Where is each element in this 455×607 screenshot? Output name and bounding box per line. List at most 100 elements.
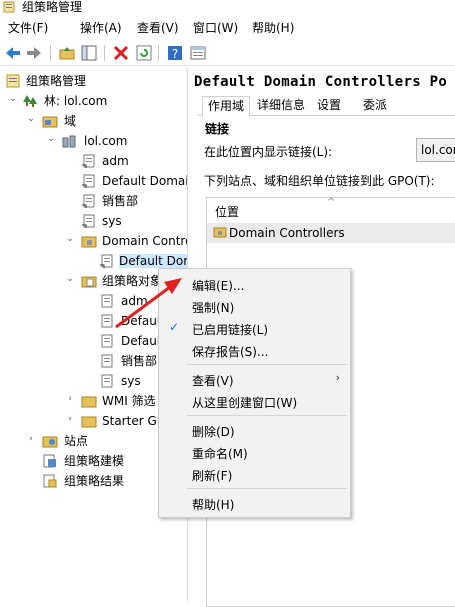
expand-chevron-icon[interactable]: › (65, 394, 75, 404)
collapse-chevron-icon[interactable]: ⌄ (26, 114, 36, 124)
tab-scope[interactable]: 作用域 (202, 96, 251, 117)
menu-item-edit[interactable]: 编辑(E)... (159, 273, 350, 295)
tab-strip: 作用域 详细信息 设置 委派 (198, 96, 455, 117)
menu-item-help[interactable]: 帮助(H) (159, 492, 350, 514)
tree-label-starter-gpos: Starter GP (102, 414, 164, 428)
tree-label-gpo: Defaul (121, 334, 161, 348)
tree-item-gpo-link[interactable]: 销售部 (0, 191, 187, 211)
delete-icon[interactable] (112, 44, 130, 62)
svg-text:?: ? (172, 47, 178, 61)
gpo-title: Default Domain Controllers Po (194, 74, 448, 90)
menu-item-rename[interactable]: 重命名(M) (159, 441, 350, 463)
gpo-icon (101, 354, 113, 368)
ou-folder-icon (81, 236, 97, 248)
ou-icon (213, 227, 227, 238)
tree-item-ou[interactable]: ⌄ Domain Contro (0, 231, 188, 251)
menu-view[interactable]: 查看(V) (137, 21, 179, 35)
tree-label-gpo-container: 组策略对象 (102, 274, 163, 288)
sort-caret-icon: ^ (327, 197, 336, 208)
help-icon[interactable]: ? (166, 44, 184, 62)
menu-bar: 文件(F) 操作(A) 查看(V) 窗口(W) 帮助(H) (0, 18, 455, 38)
tree-label-forest: 林: lol.com (44, 94, 108, 108)
back-arrow-icon[interactable] (4, 44, 22, 62)
tree-item-forest[interactable]: ⌄ 林: lol.com (0, 91, 187, 111)
properties-view-icon[interactable] (189, 44, 207, 62)
context-menu: 编辑(E)... 强制(N) ✓ 已启用链接(L) 保存报告(S)... 查看(… (158, 268, 351, 518)
modeling-icon (43, 454, 56, 468)
gpo-icon (101, 294, 113, 308)
tree-item-gpo-link[interactable]: adm (0, 151, 187, 171)
submenu-arrow-icon: › (335, 371, 340, 384)
tree-label-modeling: 组策略建模 (64, 454, 125, 468)
window-title: 组策略管理 (22, 0, 83, 14)
gpmc-app-icon (3, 1, 15, 13)
show-hide-tree-icon[interactable] (80, 44, 98, 62)
gpo-folder-icon (81, 276, 97, 288)
column-header-location[interactable]: 位置 (215, 203, 239, 220)
up-folder-icon[interactable] (58, 44, 76, 62)
tree-label-gpo: sys (121, 374, 141, 388)
gpo-icon (101, 314, 113, 328)
display-links-dropdown[interactable]: lol.com (416, 138, 455, 162)
menu-separator (187, 415, 347, 416)
tab-settings[interactable]: 设置 (312, 96, 346, 116)
collapse-chevron-icon[interactable]: ⌄ (8, 94, 18, 104)
title-bar: 组策略管理 (0, 0, 455, 16)
tree-label-domain: lol.com (84, 134, 128, 148)
menu-item-save-report[interactable]: 保存报告(S)... (159, 339, 350, 361)
tree-label-root: 组策略管理 (26, 74, 87, 88)
menu-action[interactable]: 操作(A) (80, 21, 122, 35)
wmi-folder-icon (81, 396, 97, 408)
results-icon (43, 474, 57, 488)
menu-item-link-enabled[interactable]: ✓ 已启用链接(L) (159, 317, 350, 339)
gpo-icon (101, 374, 113, 388)
collapse-chevron-icon[interactable]: ⌄ (46, 134, 56, 144)
gpo-link-icon (82, 174, 95, 188)
list-row-label: Domain Controllers (229, 226, 345, 240)
tree-label-gpo-link: adm (102, 154, 129, 168)
tree-label-gpo: adm (121, 294, 148, 308)
tree-label-sites: 站点 (64, 434, 89, 448)
forest-icon (23, 95, 37, 107)
tree-label-results: 组策略结果 (64, 474, 125, 488)
forward-arrow-icon[interactable] (25, 44, 43, 62)
menu-window[interactable]: 窗口(W) (193, 21, 238, 35)
refresh-icon[interactable] (135, 44, 153, 62)
menu-file[interactable]: 文件(F) (8, 21, 48, 35)
tree-label-selected-gpo-link: Default Dom (119, 254, 187, 268)
menu-separator (187, 364, 347, 365)
tree-item-domains[interactable]: ⌄ 域 (0, 111, 187, 131)
tree-label-gpo-link: 销售部 (102, 194, 139, 208)
menu-item-enforce[interactable]: 强制(N) (159, 295, 350, 317)
gpo-link-icon (82, 154, 95, 168)
tab-details[interactable]: 详细信息 (252, 96, 310, 116)
collapse-chevron-icon[interactable]: ⌄ (65, 274, 75, 284)
list-row-location[interactable]: Domain Controllers (207, 223, 455, 243)
tree-label-gpo: Defaul (121, 314, 161, 328)
tree-label-gpo-link: sys (102, 214, 122, 228)
gpo-link-icon (100, 254, 113, 268)
tree-item-root[interactable]: 组策略管理 (0, 71, 187, 91)
toolbar: ? (0, 40, 455, 66)
sites-icon (42, 436, 58, 448)
menu-item-delete[interactable]: 删除(D) (159, 419, 350, 441)
gpmc-root-icon (6, 74, 20, 88)
domains-folder-icon (42, 116, 58, 128)
tree-label-wmi: WMI 筛选 (102, 394, 156, 408)
menu-item-refresh[interactable]: 刷新(F) (159, 463, 350, 485)
menu-help[interactable]: 帮助(H) (252, 21, 294, 35)
menu-item-view[interactable]: 查看(V) › (159, 368, 350, 390)
tree-item-gpo-link[interactable]: Default Domai (0, 171, 188, 191)
expand-chevron-icon[interactable]: › (65, 414, 75, 424)
menu-item-new-window[interactable]: 从这里创建窗口(W) (159, 390, 350, 412)
tab-delegation[interactable]: 委派 (358, 96, 392, 116)
gpo-icon (101, 334, 113, 348)
tree-item-gpo-link[interactable]: sys (0, 211, 187, 231)
tree-label-gpo-link: Default Domai (102, 174, 188, 188)
linked-locations-label: 下列站点、域和组织单位链接到此 GPO(T): (204, 174, 435, 188)
tree-item-domain[interactable]: ⌄ lol.com (0, 131, 187, 151)
collapse-chevron-icon[interactable]: ⌄ (65, 234, 75, 244)
links-section-heading: 链接 (205, 122, 230, 136)
tree-label-ou: Domain Contro (102, 234, 188, 248)
expand-chevron-icon[interactable]: › (26, 434, 36, 444)
